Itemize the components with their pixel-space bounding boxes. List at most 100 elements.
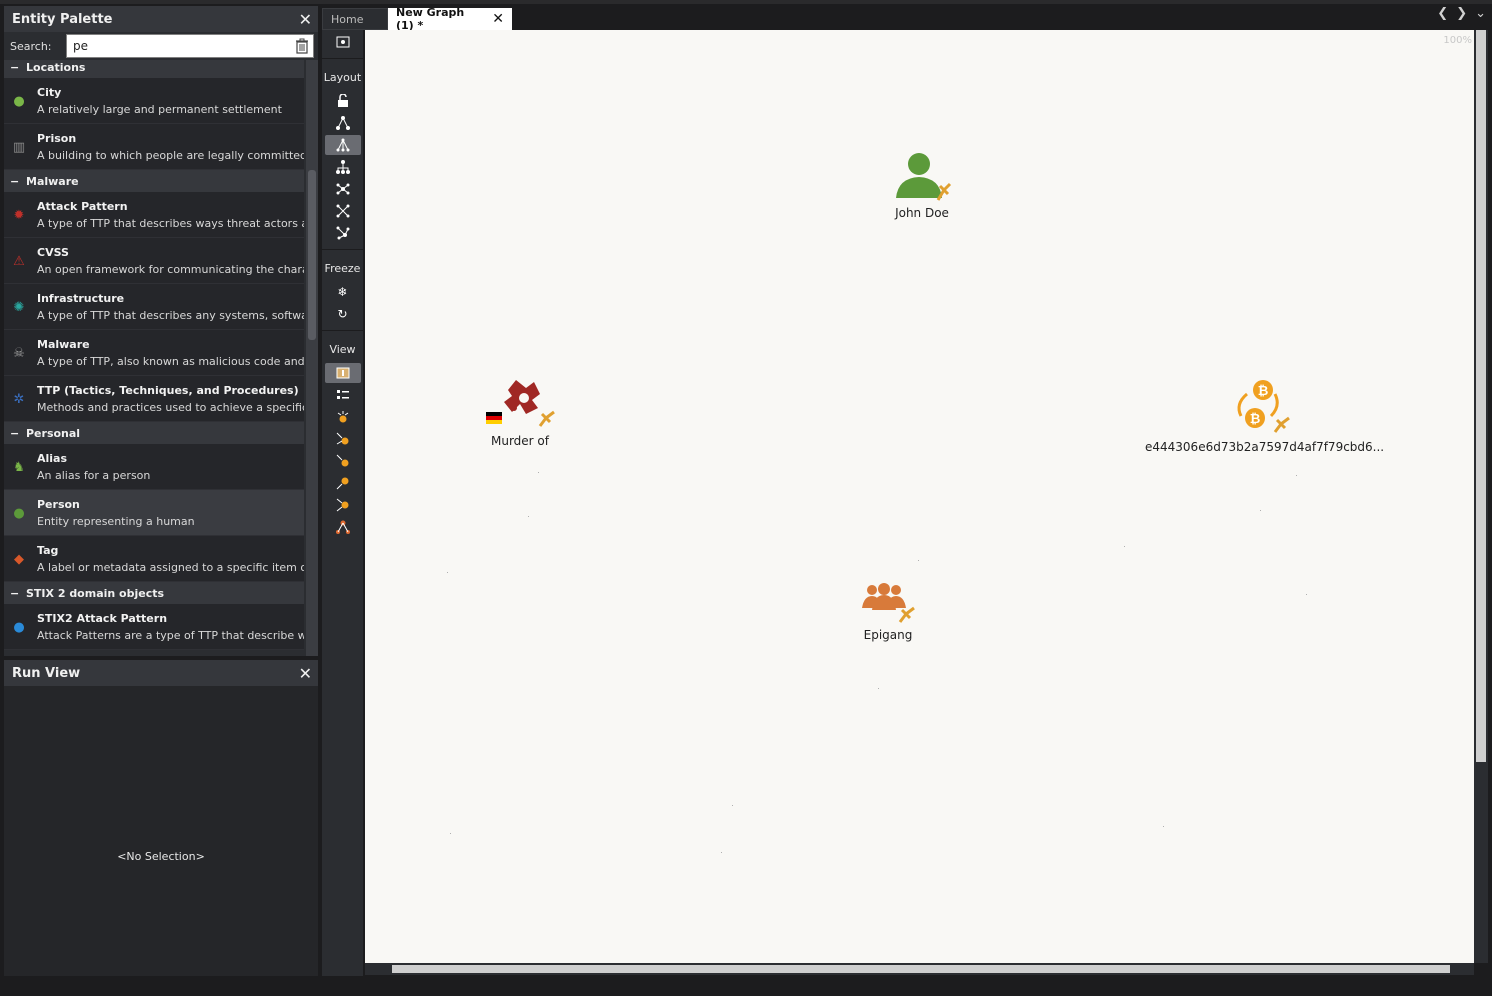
vertical-scroll-thumb[interactable] xyxy=(1476,30,1486,762)
path-icon xyxy=(335,520,350,534)
palette-item-description: A label or metadata assigned to a specif… xyxy=(37,561,304,574)
view-bubble-button[interactable] xyxy=(325,407,361,427)
palette-item[interactable]: ☠ Malware A type of TTP, also known as mal… xyxy=(4,330,304,376)
layout-block-button[interactable] xyxy=(325,113,361,133)
chevron-down-icon[interactable]: ⌄ xyxy=(1475,6,1486,21)
palette-item[interactable]: ● City A relatively large and permanent se… xyxy=(4,78,304,124)
palette-item[interactable]: ▥ Prison A building to which people are le… xyxy=(4,124,304,170)
palette-item[interactable]: ✲ TTP (Tactics, Techniques, and Procedure… xyxy=(4,376,304,422)
tree-icon xyxy=(335,160,350,174)
group-icon xyxy=(862,583,915,623)
node-label: John Doe xyxy=(895,206,949,220)
background-speck xyxy=(450,833,451,834)
horizontal-scroll-thumb[interactable] xyxy=(392,965,1450,973)
entity-palette-panel: Entity Palette ✕ Search: −Locations●City… xyxy=(4,6,318,656)
fit-view-icon xyxy=(336,36,349,48)
palette-scrollbar[interactable] xyxy=(306,60,318,656)
category-header[interactable]: − Malware xyxy=(4,170,304,192)
hierarchy-icon xyxy=(336,138,349,152)
view-list-button[interactable] xyxy=(325,385,361,405)
palette-item-description: Attack Patterns are a type of TTP that d… xyxy=(37,629,304,642)
freeze-label: Freeze xyxy=(324,262,361,275)
refresh-button[interactable]: ↻ xyxy=(325,304,361,324)
node-john-doe[interactable]: John Doe xyxy=(877,150,967,220)
background-speck xyxy=(1260,510,1261,511)
palette-item[interactable]: ⚠ CVSS An open framework for communicating… xyxy=(4,238,304,284)
skull-icon: ☠ xyxy=(13,345,25,361)
category-label: Malware xyxy=(26,174,79,188)
background-speck xyxy=(1306,594,1307,595)
canvas-horizontal-scrollbar[interactable] xyxy=(365,963,1474,975)
both-links-icon xyxy=(336,498,348,512)
layout-interactive-button[interactable] xyxy=(325,223,361,243)
graph-canvas[interactable]: 100% John Doe Murder of ₿ ₿ e444306e6d73… xyxy=(365,30,1474,963)
palette-item[interactable]: ◆ Tag A label or metadata assigned to a sp… xyxy=(4,536,304,582)
search-label: Search: xyxy=(10,39,52,53)
tab-new-graph[interactable]: New Graph (1) * ✕ xyxy=(388,6,512,32)
palette-item[interactable]: ● Person Entity representing a human xyxy=(4,490,304,536)
layout-lock-button[interactable] xyxy=(325,91,361,111)
category-header[interactable]: − Personal xyxy=(4,422,304,444)
chevron-left-icon[interactable]: ❮ xyxy=(1437,6,1448,21)
category-label: Personal xyxy=(26,426,81,440)
node-epigang[interactable]: Epigang xyxy=(843,582,933,642)
canvas-vertical-scrollbar[interactable] xyxy=(1474,30,1488,963)
view-both-button[interactable] xyxy=(325,495,361,515)
organic-icon xyxy=(336,183,349,195)
palette-item[interactable]: ✹ Attack Pattern A type of TTP that descri… xyxy=(4,192,304,238)
palette-scroll-thumb[interactable] xyxy=(308,170,316,340)
close-tab-icon[interactable]: ✕ xyxy=(492,11,504,27)
node-bitcoin-address[interactable]: ₿ ₿ e444306e6d73b2a7597d4af7f79cbd6... xyxy=(1145,376,1385,454)
palette-item-description: A type of TTP, also known as malicious c… xyxy=(37,355,304,368)
fit-view-button[interactable] xyxy=(325,32,361,52)
layout-organic-button[interactable] xyxy=(325,179,361,199)
layout-label: Layout xyxy=(323,71,362,84)
search-field[interactable] xyxy=(66,34,314,58)
palette-item[interactable]: ● STIX2 Attack Pattern Attack Patterns are… xyxy=(4,604,304,650)
background-speck xyxy=(1163,826,1164,827)
palette-item[interactable]: ✺ Infrastructure A type of TTP that descri… xyxy=(4,284,304,330)
view-incoming-button[interactable] xyxy=(325,429,361,449)
chevron-right-icon[interactable]: ❯ xyxy=(1456,6,1467,21)
palette-item-title: Tag xyxy=(37,544,59,557)
palette-item-description: An alias for a person xyxy=(37,469,151,482)
close-icon[interactable]: ✕ xyxy=(299,664,312,683)
neighbours-icon xyxy=(336,477,348,490)
background-speck xyxy=(732,805,733,806)
run-view-title: Run View xyxy=(12,665,81,681)
crime-icon xyxy=(486,380,555,427)
view-neighbours-button[interactable] xyxy=(325,473,361,493)
node-label: e444306e6d73b2a7597d4af7f79cbd6... xyxy=(1145,440,1385,454)
svg-text:₿: ₿ xyxy=(1250,412,1261,427)
collapse-icon[interactable]: − xyxy=(10,175,26,188)
category-label: STIX 2 domain objects xyxy=(26,586,165,600)
view-outgoing-button[interactable] xyxy=(325,451,361,471)
category-header[interactable]: − Locations xyxy=(4,60,304,78)
toolbar-separator xyxy=(322,249,363,250)
collapse-icon[interactable]: − xyxy=(10,587,26,600)
node-murder-of[interactable]: Murder of xyxy=(475,374,565,448)
entity-list: − Locations ● City A relatively large and pe… xyxy=(4,60,318,656)
freeze-button[interactable]: ❄ xyxy=(325,282,361,302)
palette-item-title: City xyxy=(37,86,62,99)
trash-icon[interactable] xyxy=(295,38,309,54)
background-speck xyxy=(918,560,919,561)
node-label: Murder of xyxy=(491,434,549,448)
tab-home[interactable]: Home xyxy=(322,8,388,30)
view-graph-button[interactable] xyxy=(324,363,361,383)
close-icon[interactable]: ✕ xyxy=(299,10,312,29)
layout-circular-button[interactable] xyxy=(325,201,361,221)
collapse-icon[interactable]: − xyxy=(10,427,26,440)
collapse-icon[interactable]: − xyxy=(10,61,26,74)
search-input[interactable] xyxy=(73,39,273,53)
palette-item-title: Person xyxy=(37,498,80,511)
view-path-button[interactable] xyxy=(325,517,361,537)
node-label: Epigang xyxy=(863,628,913,642)
palette-item[interactable]: ♞ Alias An alias for a person xyxy=(4,444,304,490)
layout-tree-button[interactable] xyxy=(325,157,361,177)
prison-bars-icon: ▥ xyxy=(12,139,26,155)
layout-hierarchical-button[interactable] xyxy=(324,135,361,155)
background-speck xyxy=(528,516,529,517)
category-header[interactable]: − STIX 2 domain objects xyxy=(4,582,304,604)
network-icon: ✺ xyxy=(13,299,25,315)
